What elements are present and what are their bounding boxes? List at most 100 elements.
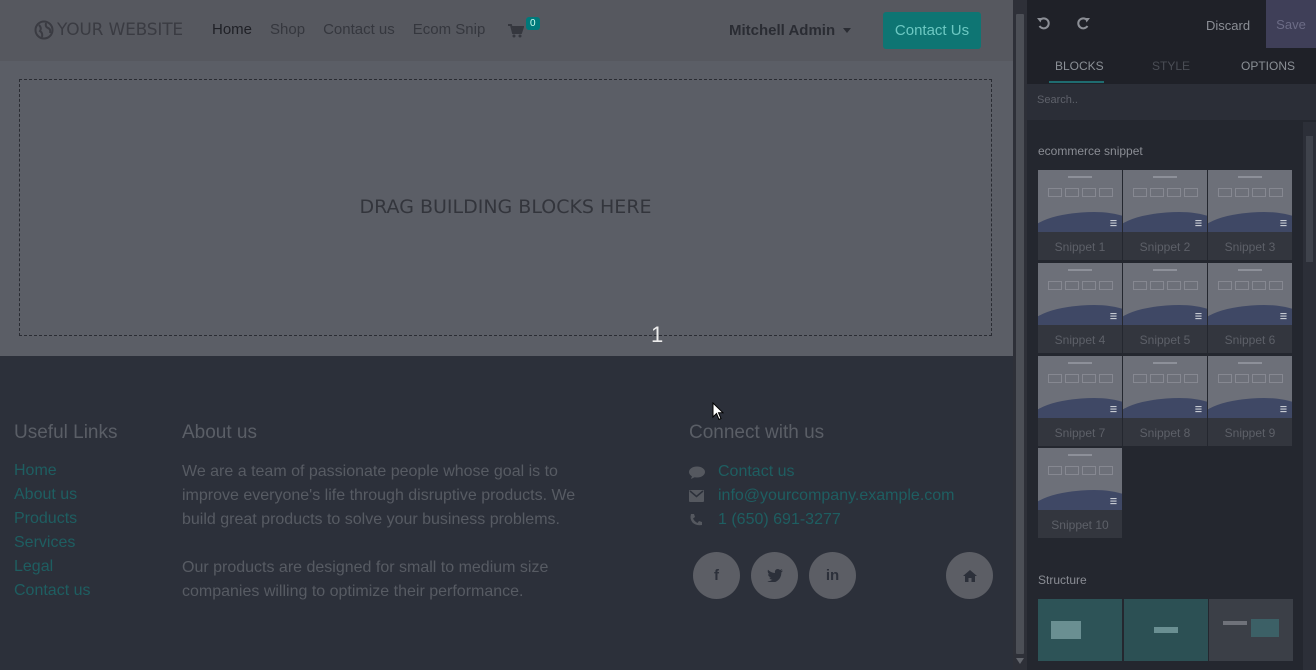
nav-shop[interactable]: Shop bbox=[270, 21, 305, 38]
tab-blocks[interactable]: BLOCKS bbox=[1055, 59, 1104, 73]
contact-us-button[interactable]: Contact Us bbox=[883, 12, 981, 49]
store-icon: ☰ bbox=[1279, 219, 1287, 228]
snippet-item[interactable]: ☰ Snippet 10 bbox=[1038, 448, 1122, 538]
snippet-thumbnail: ☰ bbox=[1038, 170, 1122, 232]
user-name: Mitchell Admin bbox=[729, 22, 836, 39]
tab-style[interactable]: STYLE bbox=[1152, 59, 1190, 73]
connect-phone-link: 1 (650) 691-3277 bbox=[718, 511, 841, 528]
redo-icon[interactable] bbox=[1076, 17, 1090, 31]
structure-block-3-preview bbox=[1223, 621, 1247, 625]
drop-zone[interactable]: DRAG BUILDING BLOCKS HERE bbox=[19, 79, 992, 336]
footer-link-contact[interactable]: Contact us bbox=[14, 582, 90, 606]
snippet-thumb-cell bbox=[1218, 281, 1232, 290]
connect-phone-row[interactable]: 1 (650) 691-3277 bbox=[689, 508, 955, 532]
snippet-thumb-cell bbox=[1133, 188, 1147, 197]
tab-options[interactable]: OPTIONS bbox=[1241, 59, 1295, 73]
footer-link-home[interactable]: Home bbox=[14, 462, 90, 486]
snippet-thumb-line bbox=[1238, 269, 1262, 271]
structure-block-2[interactable] bbox=[1124, 599, 1208, 661]
footer-link-products[interactable]: Products bbox=[14, 510, 90, 534]
snippet-thumb-cell bbox=[1235, 374, 1249, 383]
snippet-thumb-cell bbox=[1252, 188, 1266, 197]
snippet-item[interactable]: ☰ Snippet 6 bbox=[1208, 263, 1292, 353]
facebook-button[interactable]: f bbox=[693, 552, 740, 599]
snippet-thumb-cell bbox=[1150, 281, 1164, 290]
linkedin-icon: in bbox=[825, 567, 840, 584]
search-input[interactable] bbox=[1037, 94, 1297, 106]
drop-zone-text: DRAG BUILDING BLOCKS HERE bbox=[359, 196, 652, 218]
snippet-label: Snippet 3 bbox=[1224, 240, 1276, 254]
snippet-thumb-cell bbox=[1082, 466, 1096, 475]
snippet-thumb-cell bbox=[1099, 281, 1113, 290]
footer: Useful Links Home About us Products Serv… bbox=[0, 356, 1013, 670]
connect-contact-row[interactable]: Contact us bbox=[689, 460, 955, 484]
footer-link-about[interactable]: About us bbox=[14, 486, 90, 510]
snippet-thumbnail: ☰ bbox=[1038, 263, 1122, 325]
snippet-label: Snippet 1 bbox=[1054, 240, 1106, 254]
comment-icon bbox=[689, 466, 718, 479]
page-scrollbar[interactable] bbox=[1013, 0, 1027, 670]
snippet-label: Snippet 7 bbox=[1054, 426, 1106, 440]
snippet-item[interactable]: ☰ Snippet 1 bbox=[1038, 170, 1122, 260]
structure-block-3[interactable] bbox=[1209, 599, 1293, 661]
structure-block-1[interactable] bbox=[1038, 599, 1122, 661]
snippet-thumb-cell bbox=[1150, 374, 1164, 383]
snippet-thumb-cell bbox=[1184, 281, 1198, 290]
user-menu[interactable]: Mitchell Admin bbox=[729, 22, 852, 39]
snippet-item[interactable]: ☰ Snippet 7 bbox=[1038, 356, 1122, 446]
phone-icon bbox=[689, 513, 718, 527]
snippet-thumbnail: ☰ bbox=[1208, 356, 1292, 418]
snippet-thumb-cell bbox=[1269, 374, 1283, 383]
snippet-label: Snippet 8 bbox=[1139, 426, 1191, 440]
snippet-thumbnail: ☰ bbox=[1038, 356, 1122, 418]
snippet-label: Snippet 10 bbox=[1051, 518, 1109, 532]
snippet-thumb-cell bbox=[1048, 281, 1062, 290]
footer-link-legal[interactable]: Legal bbox=[14, 558, 90, 582]
snippet-thumb-cell bbox=[1218, 188, 1232, 197]
snippet-label: Snippet 6 bbox=[1224, 333, 1276, 347]
nav-contact-us[interactable]: Contact us bbox=[323, 21, 395, 38]
globe-icon bbox=[34, 20, 54, 40]
connect-email-link: info@yourcompany.example.com bbox=[718, 487, 955, 504]
structure-block-1-preview bbox=[1051, 621, 1081, 639]
home-button[interactable] bbox=[946, 552, 993, 599]
site-logo[interactable]: YOUR WEBSITE bbox=[34, 20, 183, 40]
snippet-item[interactable]: ☰ Snippet 9 bbox=[1208, 356, 1292, 446]
undo-icon[interactable] bbox=[1037, 17, 1051, 31]
discard-button[interactable]: Discard bbox=[1206, 18, 1250, 33]
mouse-cursor-icon bbox=[712, 402, 724, 421]
store-icon: ☰ bbox=[1194, 312, 1202, 321]
panel-tabs: BLOCKS STYLE OPTIONS bbox=[1027, 50, 1316, 84]
snippet-thumbnail: ☰ bbox=[1123, 170, 1207, 232]
page-scrollbar-thumb[interactable] bbox=[1016, 14, 1024, 654]
cart-link[interactable]: 0 bbox=[508, 17, 540, 38]
editor-panel: Discard Save BLOCKS STYLE OPTIONS ecomme… bbox=[1027, 0, 1316, 670]
twitter-icon bbox=[766, 569, 783, 582]
snippet-thumb-cell bbox=[1099, 466, 1113, 475]
scroll-down-icon[interactable] bbox=[1016, 658, 1024, 664]
snippet-item[interactable]: ☰ Snippet 2 bbox=[1123, 170, 1207, 260]
linkedin-button[interactable]: in bbox=[809, 552, 856, 599]
panel-scrollbar[interactable] bbox=[1303, 122, 1316, 670]
store-icon: ☰ bbox=[1279, 405, 1287, 414]
snippet-thumb-cell bbox=[1235, 188, 1249, 197]
snippet-thumb-line bbox=[1068, 269, 1092, 271]
nav-ecom-snip[interactable]: Ecom Snip bbox=[413, 21, 486, 38]
structure-block-3-image bbox=[1251, 619, 1279, 637]
snippet-item[interactable]: ☰ Snippet 8 bbox=[1123, 356, 1207, 446]
connect-email-row[interactable]: info@yourcompany.example.com bbox=[689, 484, 955, 508]
connect-title: Connect with us bbox=[689, 422, 825, 443]
store-icon: ☰ bbox=[1109, 405, 1117, 414]
save-button[interactable]: Save bbox=[1266, 0, 1316, 48]
snippet-thumb-cell bbox=[1167, 374, 1181, 383]
footer-link-services[interactable]: Services bbox=[14, 534, 90, 558]
snippet-item[interactable]: ☰ Snippet 5 bbox=[1123, 263, 1207, 353]
panel-scrollbar-thumb[interactable] bbox=[1306, 136, 1313, 262]
snippet-thumb-cell bbox=[1065, 188, 1079, 197]
snippet-item[interactable]: ☰ Snippet 3 bbox=[1208, 170, 1292, 260]
snippet-item[interactable]: ☰ Snippet 4 bbox=[1038, 263, 1122, 353]
nav-home[interactable]: Home bbox=[212, 21, 252, 38]
snippet-thumb-cell bbox=[1099, 374, 1113, 383]
twitter-button[interactable] bbox=[751, 552, 798, 599]
snippet-thumb-cell bbox=[1065, 466, 1079, 475]
